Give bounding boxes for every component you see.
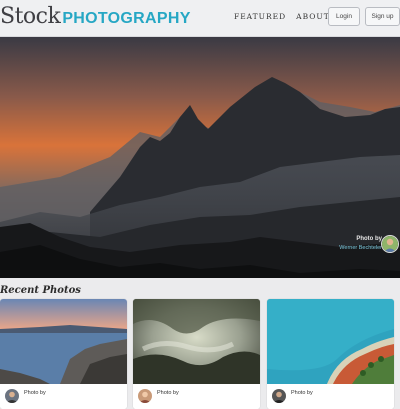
logo-photography-text: PHOTOGRAPHY bbox=[62, 10, 191, 27]
photo-thumbnail-aerial-coast[interactable] bbox=[267, 299, 394, 384]
login-button[interactable]: Login bbox=[328, 7, 360, 26]
main-nav: FEATURED ABOUT bbox=[234, 12, 330, 21]
card-avatar[interactable] bbox=[5, 389, 19, 403]
site-logo[interactable]: Stock PHOTOGRAPHY bbox=[0, 4, 191, 32]
signup-button[interactable]: Sign up bbox=[365, 7, 400, 26]
card-footer: Photo by bbox=[267, 384, 394, 409]
card-credit-label: Photo by bbox=[24, 390, 46, 396]
photo-thumbnail-coast[interactable] bbox=[0, 299, 127, 384]
photo-thumbnail-foggy-forest[interactable] bbox=[133, 299, 260, 384]
photo-card[interactable]: Photo by bbox=[267, 299, 394, 409]
hero-photo-credit: Photo by Werner Bechteler bbox=[339, 235, 382, 253]
card-avatar[interactable] bbox=[138, 389, 152, 403]
card-footer: Photo by bbox=[133, 384, 260, 409]
photo-card[interactable]: Photo by bbox=[133, 299, 260, 409]
photographer-avatar[interactable] bbox=[381, 235, 399, 253]
card-footer: Photo by bbox=[0, 384, 127, 409]
card-credit-label: Photo by bbox=[157, 390, 179, 396]
recent-photos-heading: Recent Photos bbox=[0, 285, 81, 296]
nav-featured[interactable]: FEATURED bbox=[234, 12, 286, 21]
logo-stock-text: Stock bbox=[0, 4, 61, 29]
hero-credit-name[interactable]: Werner Bechteler bbox=[339, 244, 382, 253]
hero-image: Photo by Werner Bechteler bbox=[0, 37, 400, 278]
top-header: Stock PHOTOGRAPHY FEATURED ABOUT Login S… bbox=[0, 0, 400, 37]
card-credit-label: Photo by bbox=[291, 390, 313, 396]
photo-card[interactable]: Photo by bbox=[0, 299, 127, 409]
card-avatar[interactable] bbox=[272, 389, 286, 403]
hero-credit-label: Photo by bbox=[356, 236, 382, 242]
nav-about[interactable]: ABOUT bbox=[296, 12, 330, 21]
